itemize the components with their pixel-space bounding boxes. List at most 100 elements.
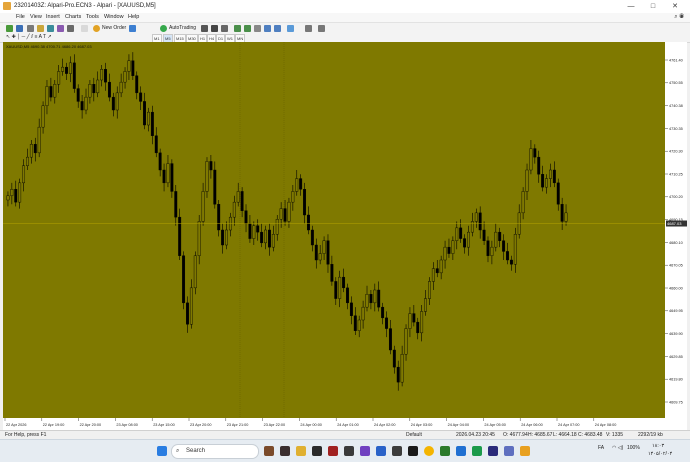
candle-body xyxy=(494,231,498,248)
candle-body xyxy=(76,88,80,102)
app-icon[interactable] xyxy=(472,446,482,456)
market-watch-icon[interactable] xyxy=(27,25,34,32)
candle-body xyxy=(431,268,435,282)
candle-body xyxy=(178,216,182,256)
periods-icon[interactable] xyxy=(305,25,312,32)
candle-body xyxy=(299,178,303,190)
candle-body xyxy=(400,354,404,383)
autotrading-button[interactable]: AutoTrading xyxy=(169,24,196,33)
zoom-in-icon[interactable] xyxy=(234,25,241,32)
app-icon[interactable] xyxy=(344,446,354,456)
indicators-icon[interactable] xyxy=(287,25,294,32)
candle-body xyxy=(521,191,525,214)
candle-body xyxy=(326,240,330,265)
app-icon[interactable] xyxy=(376,446,386,456)
menu-help[interactable]: Help xyxy=(128,13,139,22)
menu-tools[interactable]: Tools xyxy=(86,13,99,22)
search-icon[interactable]: ⌕ ◉ xyxy=(674,14,684,21)
menu-charts[interactable]: Charts xyxy=(65,13,81,22)
new-order-icon[interactable] xyxy=(93,25,100,32)
candle-body xyxy=(123,71,127,83)
app-icon[interactable] xyxy=(456,446,466,456)
clock-date[interactable]: ۱۴۰۵/۰۲/۰۴ xyxy=(648,450,672,458)
taskbar-search[interactable]: ⌕ Search xyxy=(171,444,259,459)
chrome-icon[interactable] xyxy=(424,446,434,456)
candle-body xyxy=(147,111,150,126)
candle-body xyxy=(217,204,221,231)
time-tick-label: 23 Apr 20:00 xyxy=(190,423,212,427)
price-tick-label: 4730.35 xyxy=(669,127,683,131)
candle-body xyxy=(10,189,14,196)
candle-body xyxy=(385,317,388,329)
navigator-icon[interactable] xyxy=(47,25,54,32)
menu-window[interactable]: Window xyxy=(104,13,124,22)
candle-body xyxy=(256,225,260,233)
line-chart-icon[interactable] xyxy=(221,25,228,32)
cursor-icon[interactable]: ↖ ✚ │ ─ ╱ ⫽ ≡ A T ↗ xyxy=(6,33,52,42)
autoscroll-icon[interactable] xyxy=(274,25,281,32)
candle-body xyxy=(26,156,29,166)
candle-body xyxy=(424,298,427,312)
candle-body xyxy=(100,69,104,81)
close-button[interactable]: ✕ xyxy=(664,0,686,13)
candle-body xyxy=(295,178,299,192)
profiles-icon[interactable] xyxy=(16,25,23,32)
app-icon[interactable] xyxy=(408,446,418,456)
wifi-icon[interactable]: ◠ ◁) xyxy=(612,444,623,452)
bar-chart-icon[interactable] xyxy=(201,25,208,32)
battery-indicator[interactable]: 100% xyxy=(627,444,640,452)
candle-body xyxy=(361,306,365,321)
strategy-tester-icon[interactable] xyxy=(67,25,74,32)
app-icon[interactable] xyxy=(504,446,514,456)
templates-icon[interactable] xyxy=(318,25,325,32)
metaeditor-icon[interactable] xyxy=(129,25,136,32)
data-window-icon[interactable] xyxy=(37,25,44,32)
candle-body xyxy=(388,328,392,351)
candle-body xyxy=(560,204,564,222)
menu-insert[interactable]: Insert xyxy=(46,13,60,22)
time-tick-label: 24 Apr 04:00 xyxy=(448,423,470,427)
candle-body xyxy=(447,246,451,254)
candle-body xyxy=(279,208,283,220)
maximize-button[interactable]: □ xyxy=(642,0,664,13)
menu-view[interactable]: View xyxy=(30,13,42,22)
candlestick-icon[interactable] xyxy=(211,25,218,32)
candle-body xyxy=(260,231,264,244)
price-chart[interactable]: 4761.40 4750.55 4740.38 4730.35 4720.30 4710.… xyxy=(3,42,687,430)
terminal-icon[interactable] xyxy=(57,25,64,32)
app-icon[interactable] xyxy=(440,446,450,456)
new-chart-icon[interactable] xyxy=(6,25,13,32)
app-icon[interactable] xyxy=(360,446,370,456)
app-icon[interactable] xyxy=(312,446,322,456)
candle-body xyxy=(392,349,396,368)
zoom-out-icon[interactable] xyxy=(244,25,251,32)
candle-body xyxy=(193,255,197,289)
candle-body xyxy=(154,135,158,154)
menu-file[interactable]: File xyxy=(16,13,25,22)
candle-body xyxy=(467,231,470,248)
candle-body xyxy=(221,229,225,246)
search-icon: ⌕ xyxy=(176,448,180,454)
candle-body xyxy=(197,221,201,256)
price-tick-label: 4740.38 xyxy=(669,104,683,108)
chart-shift-icon[interactable] xyxy=(264,25,271,32)
candle-body xyxy=(439,259,443,274)
app-icon[interactable] xyxy=(488,446,498,456)
metatrader-icon[interactable] xyxy=(520,446,530,456)
file-explorer-icon[interactable] xyxy=(296,446,306,456)
history-icon[interactable] xyxy=(81,25,88,32)
time-tick-label: 24 Apr 08:00 xyxy=(595,423,617,427)
candle-body xyxy=(139,92,143,102)
start-icon[interactable] xyxy=(157,446,167,456)
clock-time[interactable]: ۱۸:۰۳ xyxy=(652,442,664,450)
app-icon[interactable] xyxy=(280,446,290,456)
price-tick-label: 4750.55 xyxy=(669,81,683,85)
app-icon[interactable] xyxy=(328,446,338,456)
autotrading-icon[interactable] xyxy=(160,25,167,32)
language-indicator[interactable]: FA xyxy=(598,444,604,452)
app-icon[interactable] xyxy=(392,446,402,456)
minimize-button[interactable]: — xyxy=(620,0,642,13)
taskview-icon[interactable] xyxy=(264,446,274,456)
tile-windows-icon[interactable] xyxy=(254,25,261,32)
new-order-button[interactable]: New Order xyxy=(102,24,126,33)
